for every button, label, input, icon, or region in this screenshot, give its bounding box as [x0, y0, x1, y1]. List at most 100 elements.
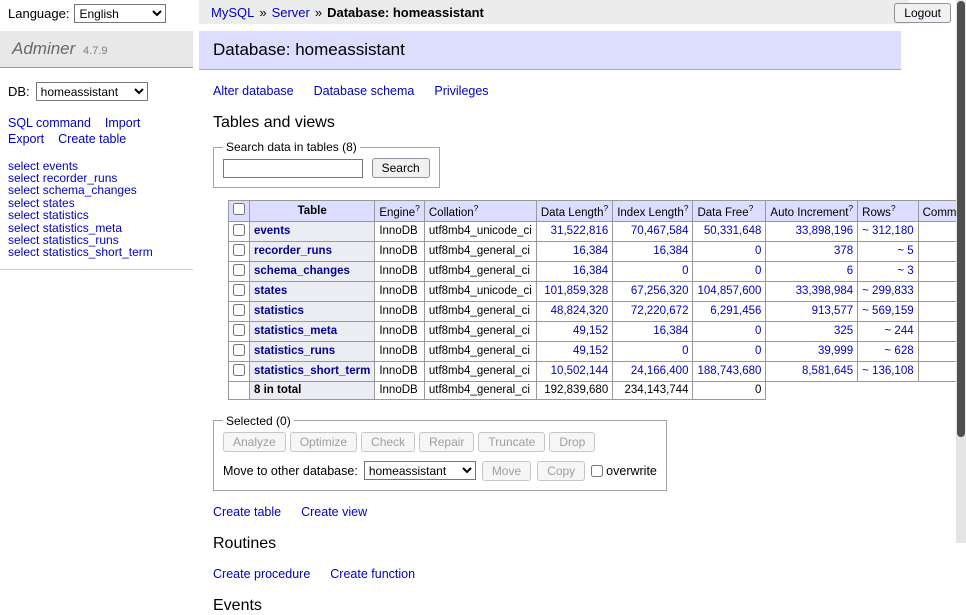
copy-button[interactable]: Copy — [537, 461, 585, 481]
help-icon[interactable]: ? — [415, 203, 420, 213]
help-icon[interactable]: ? — [848, 203, 853, 213]
cell-data-free-statistics-runs[interactable]: 0 — [755, 345, 761, 357]
cell-data-free-statistics-meta[interactable]: 0 — [755, 325, 761, 337]
app-name[interactable]: Adminer — [12, 39, 75, 58]
help-icon[interactable]: ? — [474, 203, 479, 213]
cell-auto-increment-schema-changes[interactable]: 6 — [847, 265, 853, 277]
cell-rows-events[interactable]: ~ 312,180 — [862, 225, 913, 237]
cell-index-length-events[interactable]: 70,467,584 — [631, 225, 689, 237]
cell-auto-increment-statistics-runs[interactable]: 39,999 — [818, 345, 853, 357]
row-checkbox-schema-changes[interactable] — [233, 264, 245, 276]
cell-index-length-recorder-runs[interactable]: 16,384 — [653, 245, 688, 257]
cell-index-length-states[interactable]: 67,256,320 — [631, 285, 689, 297]
cell-data-free-statistics[interactable]: 6,291,456 — [710, 305, 761, 317]
row-checkbox-statistics-meta[interactable] — [233, 324, 245, 336]
nav-link-alter-database[interactable]: Alter database — [213, 84, 294, 98]
link-create-table[interactable]: Create table — [213, 505, 281, 519]
overwrite-checkbox[interactable] — [591, 465, 603, 477]
row-checkbox-statistics-short-term[interactable] — [233, 364, 245, 376]
search-input[interactable] — [223, 159, 363, 178]
cell-rows-schema-changes[interactable]: ~ 3 — [897, 265, 913, 277]
nav-link-database-schema[interactable]: Database schema — [314, 84, 415, 98]
cell-collation: utf8mb4_general_ci — [424, 341, 536, 361]
cell-data-length-statistics-short-term[interactable]: 10,502,144 — [551, 365, 609, 377]
cell-data-length-statistics-meta[interactable]: 49,152 — [573, 325, 608, 337]
check-button[interactable]: Check — [361, 432, 415, 452]
cell-data-length-schema-changes[interactable]: 16,384 — [573, 265, 608, 277]
cell-index-length-statistics-meta[interactable]: 16,384 — [653, 325, 688, 337]
sidebar-link-create-table[interactable]: Create table — [58, 132, 126, 146]
help-icon[interactable]: ? — [603, 203, 608, 213]
breadcrumb-link-server[interactable]: Server — [272, 5, 310, 20]
table-name-link-states[interactable]: states — [254, 285, 287, 297]
link-create-function[interactable]: Create function — [330, 567, 415, 581]
cell-index-length-statistics[interactable]: 72,220,672 — [631, 305, 689, 317]
cell-data-free-statistics-short-term[interactable]: 188,743,680 — [697, 365, 761, 377]
table-name-link-recorder-runs[interactable]: recorder_runs — [254, 245, 332, 257]
cell-rows-recorder-runs[interactable]: ~ 5 — [897, 245, 913, 257]
cell-data-length-recorder-runs[interactable]: 16,384 — [573, 245, 608, 257]
cell-data-free-events[interactable]: 50,331,648 — [704, 225, 762, 237]
nav-link-privileges[interactable]: Privileges — [434, 84, 488, 98]
cell-index-length-schema-changes[interactable]: 0 — [682, 265, 688, 277]
move-db-select[interactable]: homeassistant — [364, 461, 476, 480]
app-version[interactable]: 4.7.9 — [83, 45, 107, 57]
help-icon[interactable]: ? — [749, 203, 754, 213]
cell-data-length-states[interactable]: 101,859,328 — [544, 285, 608, 297]
drop-button[interactable]: Drop — [549, 432, 595, 452]
cell-auto-increment-events[interactable]: 33,898,196 — [796, 225, 854, 237]
cell-auto-increment-states[interactable]: 33,398,984 — [796, 285, 854, 297]
cell-index-length-statistics-runs[interactable]: 0 — [682, 345, 688, 357]
move-button[interactable]: Move — [482, 461, 531, 481]
cell-rows-statistics-runs[interactable]: ~ 628 — [885, 345, 914, 357]
link-create-view[interactable]: Create view — [301, 505, 367, 519]
cell-data-length-statistics-runs[interactable]: 49,152 — [573, 345, 608, 357]
table-name-link-statistics-short-term[interactable]: statistics_short_term — [254, 365, 370, 377]
cell-data-free-states[interactable]: 104,857,600 — [697, 285, 761, 297]
cell-auto-increment-statistics-meta[interactable]: 325 — [834, 325, 853, 337]
row-checkbox-statistics[interactable] — [233, 304, 245, 316]
cell-auto-increment-recorder-runs[interactable]: 378 — [834, 245, 853, 257]
row-checkbox-events[interactable] — [233, 224, 245, 236]
scrollbar-thumb[interactable] — [957, 1, 965, 437]
cell-rows-statistics-short-term[interactable]: ~ 136,108 — [862, 365, 913, 377]
row-checkbox-states[interactable] — [233, 284, 245, 296]
search-button[interactable]: Search — [372, 158, 430, 178]
sidebar-link-sql-command[interactable]: SQL command — [8, 116, 91, 130]
cell-index-length-statistics-short-term[interactable]: 24,166,400 — [631, 365, 689, 377]
table-name-link-statistics-meta[interactable]: statistics_meta — [254, 325, 337, 337]
logout-button[interactable]: Logout — [894, 3, 951, 23]
table-name-link-statistics-runs[interactable]: statistics_runs — [254, 345, 335, 357]
cell-rows-states[interactable]: ~ 299,833 — [862, 285, 913, 297]
db-select[interactable]: homeassistant — [36, 82, 148, 101]
table-name-link-schema-changes[interactable]: schema_changes — [254, 265, 350, 277]
select-all-checkbox[interactable] — [233, 203, 245, 215]
table-name-link-events[interactable]: events — [254, 225, 290, 237]
help-icon[interactable]: ? — [684, 203, 689, 213]
table-name-link-statistics[interactable]: statistics — [254, 305, 304, 317]
repair-button[interactable]: Repair — [419, 432, 474, 452]
cell-data-length-events[interactable]: 31,522,816 — [551, 225, 609, 237]
overwrite-option[interactable]: overwrite — [591, 464, 657, 478]
sidebar-link-import[interactable]: Import — [105, 116, 140, 130]
cell-rows-statistics-meta[interactable]: ~ 244 — [885, 325, 914, 337]
language-select[interactable]: English — [74, 4, 166, 23]
breadcrumb-link-mysql[interactable]: MySQL — [211, 5, 254, 20]
optimize-button[interactable]: Optimize — [290, 432, 357, 452]
table-link-statistics-short-term[interactable]: statistics_short_term — [43, 245, 153, 259]
cell-data-length-statistics[interactable]: 48,824,320 — [551, 305, 609, 317]
link-create-procedure[interactable]: Create procedure — [213, 567, 310, 581]
cell-auto-increment-statistics-short-term[interactable]: 8,581,645 — [802, 365, 853, 377]
cell-data-free-schema-changes[interactable]: 0 — [755, 265, 761, 277]
select-link-statistics-short-term[interactable]: select — [8, 245, 39, 259]
sidebar-link-export[interactable]: Export — [8, 132, 44, 146]
cell-auto-increment-statistics[interactable]: 913,577 — [812, 305, 854, 317]
cell-rows-statistics[interactable]: ~ 569,159 — [862, 305, 913, 317]
truncate-button[interactable]: Truncate — [478, 432, 545, 452]
analyze-button[interactable]: Analyze — [223, 432, 286, 452]
help-icon[interactable]: ? — [891, 203, 896, 213]
row-checkbox-statistics-runs[interactable] — [233, 344, 245, 356]
cell-data-free-recorder-runs[interactable]: 0 — [755, 245, 761, 257]
row-checkbox-recorder-runs[interactable] — [233, 244, 245, 256]
vertical-scrollbar[interactable] — [956, 0, 966, 543]
